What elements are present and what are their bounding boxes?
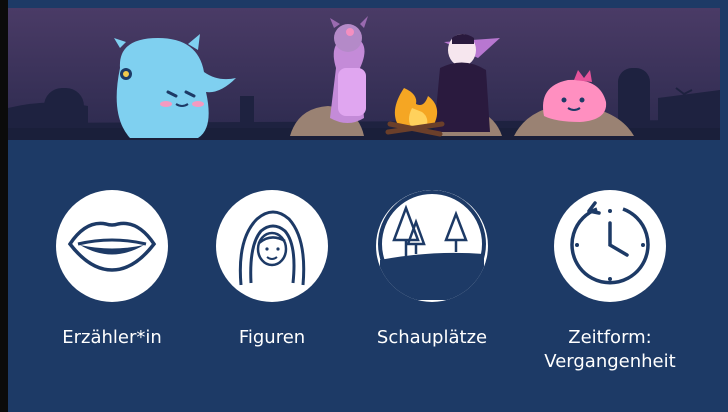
story-topics: Erzähler*in Figuren Schauplätze Zeitform… <box>8 140 720 404</box>
topic-narrator-label: Erzähler*in <box>62 327 162 348</box>
topic-tense-past-label-line2: Vergangenheit <box>544 351 676 372</box>
topic-narrator[interactable]: Erzähler*in <box>32 190 192 390</box>
topic-tense-past[interactable]: Zeitform: Vergangenheit <box>530 190 690 390</box>
clock-icon <box>565 199 655 293</box>
campfire-scene-illustration <box>8 8 720 140</box>
topic-characters-label: Figuren <box>238 327 306 348</box>
topic-settings[interactable]: Schauplätze <box>352 190 512 390</box>
topic-tense-past-icon-circle <box>554 190 666 302</box>
topic-tense-past-label: Zeitform: Vergangenheit <box>530 326 690 374</box>
topic-tense-past-label-line1: Zeitform: <box>568 327 652 348</box>
topic-characters-icon-circle <box>216 190 328 302</box>
forest-landscape-icon <box>376 190 488 302</box>
topic-settings-icon-circle <box>376 190 488 302</box>
story-elements-panel: Erzähler*in Figuren Schauplätze Zeitform… <box>8 8 720 404</box>
lips-icon <box>64 214 160 278</box>
left-edge <box>0 0 8 412</box>
topic-narrator-icon-circle <box>56 190 168 302</box>
topic-characters[interactable]: Figuren <box>192 190 352 390</box>
hooded-person-icon <box>227 199 317 293</box>
topic-settings-label: Schauplätze <box>376 327 488 348</box>
